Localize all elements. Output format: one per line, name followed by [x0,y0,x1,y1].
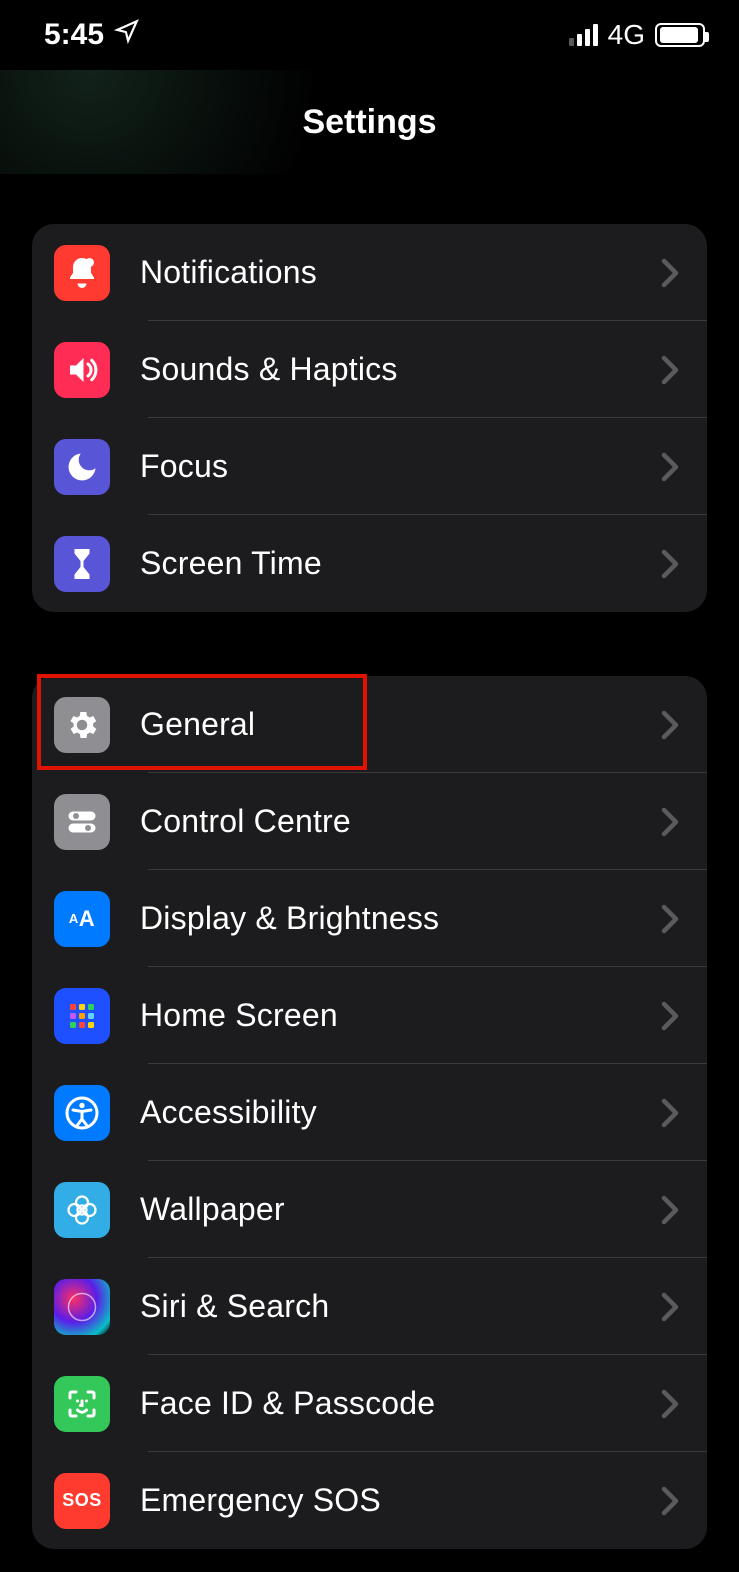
control-centre-icon [54,794,110,850]
page-title: Settings [302,103,436,142]
home-screen-icon [54,988,110,1044]
row-label: Wallpaper [140,1191,661,1228]
row-label: Focus [140,448,661,485]
status-left: 5:45 [44,18,140,52]
status-time: 5:45 [44,18,104,52]
row-emergency-sos[interactable]: SOS Emergency SOS [32,1452,707,1549]
network-type: 4G [608,19,645,51]
row-display-brightness[interactable]: AA Display & Brightness [32,870,707,967]
face-id-icon [54,1376,110,1432]
row-label: Face ID & Passcode [140,1385,661,1422]
nav-header: Settings [0,70,739,174]
row-label: Notifications [140,254,661,291]
sounds-icon [54,342,110,398]
row-label: Screen Time [140,545,661,582]
chevron-right-icon [661,1098,679,1128]
focus-icon [54,439,110,495]
row-screen-time[interactable]: Screen Time [32,515,707,612]
row-label: Home Screen [140,997,661,1034]
settings-group: General Control Centre AA Display & Brig… [32,676,707,1549]
row-notifications[interactable]: Notifications [32,224,707,321]
chevron-right-icon [661,355,679,385]
row-label: Accessibility [140,1094,661,1131]
row-general[interactable]: General [32,676,707,773]
settings-group: Notifications Sounds & Haptics Focus [32,224,707,612]
chevron-right-icon [661,1486,679,1516]
row-label: Control Centre [140,803,661,840]
wallpaper-icon [54,1182,110,1238]
screen-time-icon [54,536,110,592]
row-label: Sounds & Haptics [140,351,661,388]
chevron-right-icon [661,710,679,740]
chevron-right-icon [661,807,679,837]
chevron-right-icon [661,904,679,934]
emergency-sos-icon: SOS [54,1473,110,1529]
chevron-right-icon [661,1001,679,1031]
battery-icon [655,23,705,47]
row-label: Display & Brightness [140,900,661,937]
general-icon [54,697,110,753]
row-label: Emergency SOS [140,1482,661,1519]
chevron-right-icon [661,1389,679,1419]
row-focus[interactable]: Focus [32,418,707,515]
settings-list: Notifications Sounds & Haptics Focus [0,174,739,1549]
siri-icon [54,1279,110,1335]
row-accessibility[interactable]: Accessibility [32,1064,707,1161]
chevron-right-icon [661,452,679,482]
location-icon [114,18,140,52]
row-wallpaper[interactable]: Wallpaper [32,1161,707,1258]
chevron-right-icon [661,1292,679,1322]
notifications-icon [54,245,110,301]
accessibility-icon [54,1085,110,1141]
status-bar: 5:45 4G [0,0,739,70]
chevron-right-icon [661,1195,679,1225]
chevron-right-icon [661,258,679,288]
row-control-centre[interactable]: Control Centre [32,773,707,870]
row-sounds-haptics[interactable]: Sounds & Haptics [32,321,707,418]
status-right: 4G [569,19,705,51]
row-face-id-passcode[interactable]: Face ID & Passcode [32,1355,707,1452]
row-siri-search[interactable]: Siri & Search [32,1258,707,1355]
chevron-right-icon [661,549,679,579]
row-label: General [140,706,661,743]
row-home-screen[interactable]: Home Screen [32,967,707,1064]
cellular-signal-icon [569,24,598,46]
row-label: Siri & Search [140,1288,661,1325]
display-brightness-icon: AA [54,891,110,947]
